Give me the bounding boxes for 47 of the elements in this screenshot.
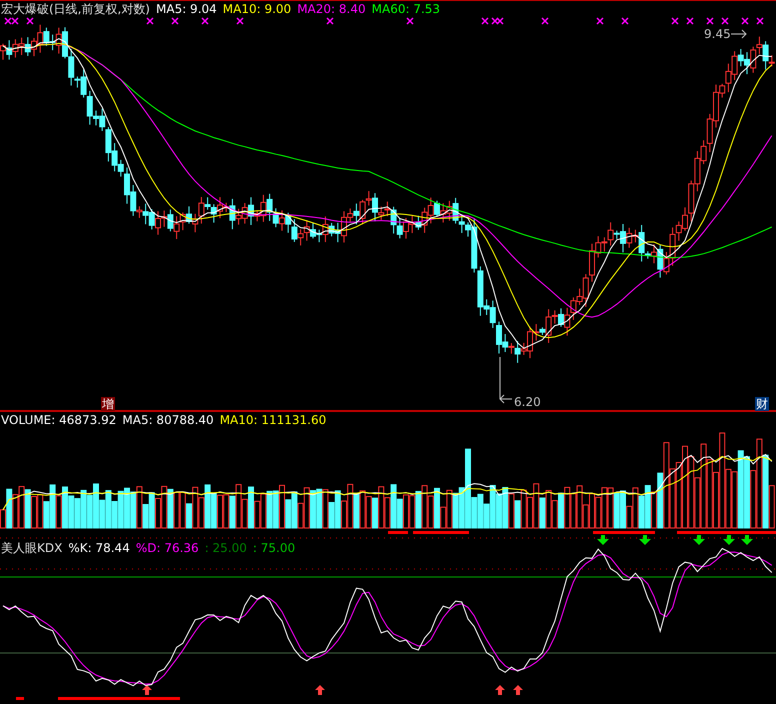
cross-marker-icon bbox=[686, 17, 694, 25]
signal-bar bbox=[16, 697, 24, 700]
down-arrow-icon bbox=[639, 535, 651, 545]
indicator-title: 美人眼KDX bbox=[1, 541, 62, 555]
indicator-value: : 25.00 bbox=[204, 541, 247, 555]
cross-marker-icon bbox=[721, 17, 729, 25]
down-arrow-icon bbox=[597, 535, 609, 545]
pointer-arrow bbox=[499, 356, 512, 404]
up-arrow-icon bbox=[315, 685, 325, 695]
cross-marker-icon bbox=[671, 17, 679, 25]
low-price-label: 6.20 bbox=[514, 395, 541, 409]
cross-marker-icon bbox=[706, 17, 714, 25]
down-arrow-icon bbox=[741, 535, 753, 545]
indicator-value: VOLUME: 46873.92 bbox=[1, 413, 116, 427]
badge[interactable]: 财 bbox=[755, 397, 769, 411]
cross-marker-icon bbox=[146, 17, 154, 25]
indicator-value: MA60: 7.53 bbox=[372, 2, 440, 16]
badge[interactable]: 增 bbox=[101, 397, 115, 411]
cross-marker-icon bbox=[236, 17, 244, 25]
cross-marker-icon bbox=[756, 17, 764, 25]
cross-marker-icon bbox=[541, 17, 549, 25]
cross-marker-icon bbox=[326, 17, 334, 25]
indicator-value: MA20: 8.40 bbox=[297, 2, 366, 16]
cross-marker-icon bbox=[26, 17, 34, 25]
down-arrow-icon bbox=[723, 535, 735, 545]
indicator-value: MA10: 111131.60 bbox=[220, 413, 326, 427]
signal-bar bbox=[593, 531, 655, 534]
up-arrow-icon bbox=[142, 685, 152, 695]
cross-marker-icon bbox=[481, 17, 489, 25]
indicator-value: MA10: 9.00 bbox=[222, 2, 292, 16]
indicator-value: MA5: 9.04 bbox=[156, 2, 217, 16]
chart-title: 宏大爆破(日线,前复权,对数) bbox=[1, 2, 150, 16]
cross-marker-icon bbox=[741, 17, 749, 25]
indicator-value: : 75.00 bbox=[252, 541, 296, 555]
indicator-value: MA5: 80788.40 bbox=[122, 413, 214, 427]
indicator-value: %K: 78.44 bbox=[68, 541, 130, 555]
cross-marker-icon bbox=[621, 17, 629, 25]
signal-bar bbox=[388, 531, 408, 534]
cross-marker-icon bbox=[201, 17, 209, 25]
cross-marker-icon bbox=[406, 17, 414, 25]
pointer-arrow bbox=[730, 30, 747, 38]
cross-marker-icon bbox=[596, 17, 604, 25]
cross-marker-icon bbox=[171, 17, 179, 25]
high-price-label: 9.45 bbox=[704, 27, 731, 41]
down-arrow-icon bbox=[693, 535, 705, 545]
signal-bar bbox=[413, 531, 469, 534]
indicator-value: %D: 76.36 bbox=[136, 541, 199, 555]
